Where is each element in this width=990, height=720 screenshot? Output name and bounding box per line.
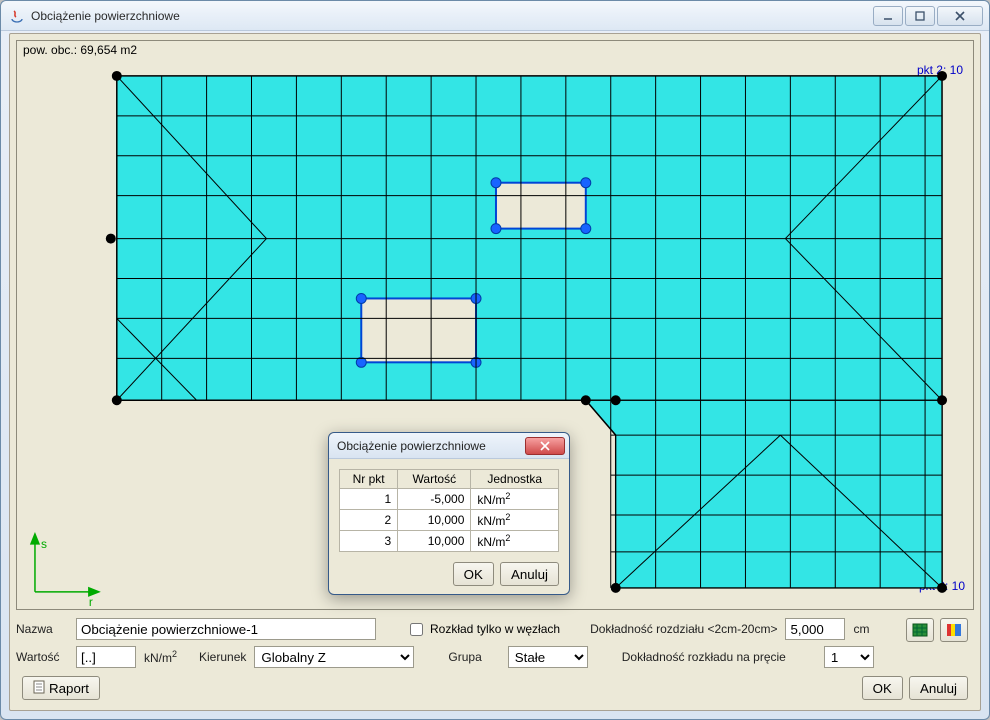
hole-2 xyxy=(361,298,476,362)
values-dialog[interactable]: Obciążenie powierzchniowe Nr pkt Wartość… xyxy=(328,432,570,595)
window-title: Obciążenie powierzchniowe xyxy=(31,9,873,23)
col-jednostka: Jednostka xyxy=(471,470,559,489)
ok-button[interactable]: OK xyxy=(862,676,903,700)
values-dialog-anuluj-button[interactable]: Anuluj xyxy=(500,562,559,586)
minimize-button[interactable] xyxy=(873,6,903,26)
dokladnosc-rozdzialu-label: Dokładność rozdziału <2cm-20cm> xyxy=(590,622,777,636)
dokladnosc-precie-select[interactable]: 1 xyxy=(824,646,874,668)
dokladnosc-precie-label: Dokładność rozkładu na pręcie xyxy=(622,650,786,664)
nazwa-input[interactable] xyxy=(76,618,376,640)
raport-button[interactable]: Raport xyxy=(22,676,100,700)
dokladnosc-rozdzialu-unit: cm xyxy=(853,622,869,636)
anuluj-button[interactable]: Anuluj xyxy=(909,676,968,700)
close-button[interactable] xyxy=(937,6,983,26)
values-dialog-ok-button[interactable]: OK xyxy=(453,562,494,586)
values-dialog-close-button[interactable] xyxy=(525,437,565,455)
kierunek-label: Kierunek xyxy=(199,650,246,664)
java-app-icon xyxy=(9,8,25,24)
rozklad-wezly-input[interactable] xyxy=(410,623,423,636)
main-window: Obciążenie powierzchniowe pow. obc.: 69,… xyxy=(0,0,990,720)
form-area: Nazwa Rozkład tylko w węzłach Dokładność… xyxy=(16,618,974,706)
table-row[interactable]: 1 -5,000 kN/m2 xyxy=(340,489,559,510)
dokladnosc-rozdzialu-input[interactable] xyxy=(785,618,845,640)
col-wartosc: Wartość xyxy=(398,470,471,489)
wartosc-unit: kN/m2 xyxy=(144,649,177,665)
wartosc-label: Wartość xyxy=(16,650,68,664)
values-dialog-titlebar[interactable]: Obciążenie powierzchniowe xyxy=(329,433,569,459)
values-dialog-title: Obciążenie powierzchniowe xyxy=(337,439,525,453)
hole-1 xyxy=(496,183,586,229)
wartosc-input[interactable] xyxy=(76,646,136,668)
axis-s-label: s xyxy=(41,537,47,551)
table-row[interactable]: 3 10,000 kN/m2 xyxy=(340,531,559,552)
grupa-label: Grupa xyxy=(448,650,481,664)
col-nr: Nr pkt xyxy=(340,470,398,489)
kierunek-select[interactable]: Globalny Z xyxy=(254,646,414,668)
titlebar[interactable]: Obciążenie powierzchniowe xyxy=(1,1,989,31)
rozklad-wezly-checkbox[interactable]: Rozkład tylko w węzłach xyxy=(406,620,560,639)
axis-r-label: r xyxy=(89,595,93,609)
nazwa-label: Nazwa xyxy=(16,622,68,636)
mesh-settings-button[interactable] xyxy=(906,618,934,642)
table-row[interactable]: 2 10,000 kN/m2 xyxy=(340,510,559,531)
maximize-button[interactable] xyxy=(905,6,935,26)
client-area: pow. obc.: 69,654 m2 pkt 1: -5 pkt 2: 10… xyxy=(9,33,981,711)
values-table[interactable]: Nr pkt Wartość Jednostka 1 -5,000 kN/m2 … xyxy=(339,469,559,552)
report-icon xyxy=(33,680,45,697)
grupa-select[interactable]: Stałe xyxy=(508,646,588,668)
color-map-button[interactable] xyxy=(940,618,968,642)
